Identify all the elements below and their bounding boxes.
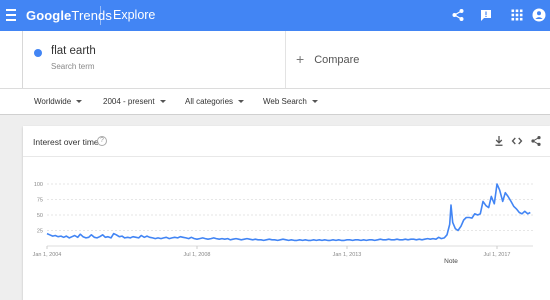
- search-term-row: flat earth Search term + Compare: [0, 31, 550, 88]
- page-title: Explore: [113, 8, 156, 22]
- x-tick-label: Jul 1, 2017: [484, 252, 511, 258]
- search-type-filter-label: Web Search: [263, 97, 307, 106]
- chevron-down-icon: [159, 100, 166, 103]
- top-app-bar: GoogleTrends Explore: [0, 0, 550, 31]
- filter-bar: Worldwide 2004 - present All categories …: [0, 88, 550, 115]
- y-tick-label: 25: [37, 229, 43, 235]
- time-range-filter-label: 2004 - present: [103, 97, 155, 106]
- account-icon[interactable]: [532, 8, 546, 22]
- chevron-down-icon: [238, 100, 245, 103]
- compare-label: Compare: [314, 54, 360, 66]
- appbar-divider: [100, 6, 101, 25]
- search-term-type: Search term: [51, 62, 95, 71]
- menu-icon[interactable]: [6, 9, 16, 21]
- annotation-note: Note: [444, 258, 458, 265]
- location-filter[interactable]: Worldwide: [34, 97, 83, 106]
- chevron-down-icon: [311, 100, 318, 103]
- search-type-filter[interactable]: Web Search: [263, 97, 318, 106]
- y-tick-label: 50: [37, 213, 43, 219]
- y-tick-label: 100: [34, 182, 43, 188]
- location-filter-label: Worldwide: [34, 97, 72, 106]
- compare-button[interactable]: + Compare: [296, 51, 359, 67]
- feedback-icon[interactable]: [479, 8, 493, 22]
- chevron-down-icon: [76, 100, 83, 103]
- category-filter[interactable]: All categories: [185, 97, 245, 106]
- series-line: [46, 183, 531, 242]
- apps-icon[interactable]: [510, 8, 524, 22]
- logo-google-text: Google: [26, 8, 72, 23]
- x-tick-label: Jul 1, 2008: [184, 252, 211, 258]
- interest-over-time-card: Interest over time ? 25 50 75 100 Jan 1, 200…: [23, 126, 550, 300]
- interest-chart: 25 50 75 100 Jan 1, 2004 Jul 1, 2008 Jan 1, 20…: [33, 182, 533, 265]
- share-icon[interactable]: [451, 8, 465, 22]
- search-term-card[interactable]: flat earth Search term: [22, 31, 286, 88]
- y-tick-label: 75: [37, 198, 43, 204]
- category-filter-label: All categories: [185, 97, 234, 106]
- plus-icon: +: [296, 51, 305, 67]
- x-tick-label: Jan 1, 2013: [333, 252, 362, 258]
- search-term[interactable]: flat earth: [51, 45, 96, 57]
- logo-trends-text: Trends: [71, 8, 112, 23]
- time-range-filter[interactable]: 2004 - present: [103, 97, 166, 106]
- term-color-dot: [34, 49, 42, 57]
- x-tick-label: Jan 1, 2004: [33, 252, 62, 258]
